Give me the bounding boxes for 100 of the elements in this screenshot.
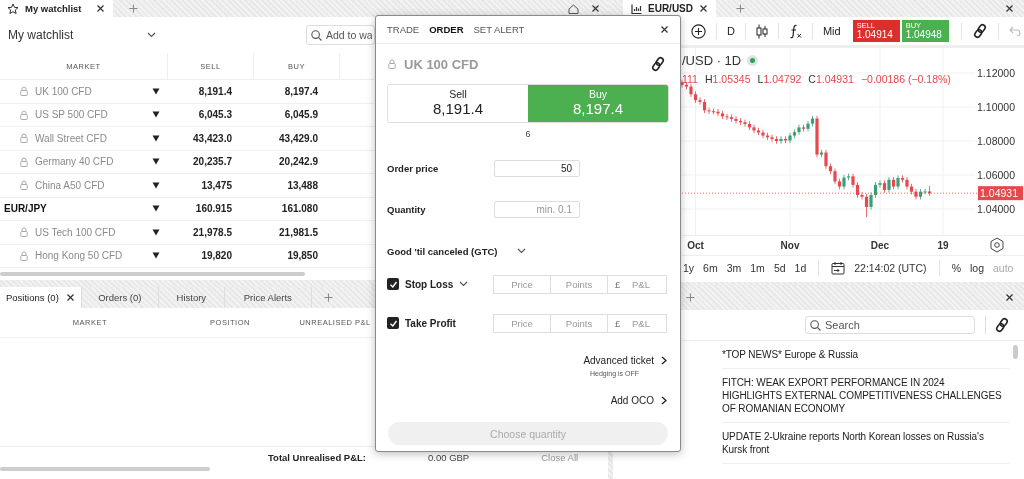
range-button[interactable]: 5d — [773, 262, 786, 274]
instrument-name: UK 100 CFD — [404, 56, 479, 72]
tab[interactable]: Price Alerts — [224, 287, 312, 308]
market-name[interactable]: Germany 40 CFD — [35, 156, 114, 168]
link-icon[interactable] — [971, 23, 988, 39]
market-name[interactable]: UK 100 CFD — [35, 85, 92, 97]
tab[interactable]: My watchlist — [0, 0, 113, 17]
close-icon[interactable] — [95, 4, 105, 13]
house-icon[interactable] — [568, 3, 579, 14]
caret-icon[interactable] — [459, 281, 469, 287]
scrollbar[interactable] — [1013, 345, 1018, 359]
down-triangle-icon — [152, 158, 160, 166]
plus-icon[interactable] — [323, 293, 333, 302]
buy-price[interactable]: 161.080 — [254, 197, 340, 221]
clock-time: 22:14:02 (UTC) — [854, 262, 927, 274]
buy-price[interactable]: 13,488 — [254, 174, 340, 198]
link[interactable]: Add OCO — [610, 394, 667, 406]
close-icon[interactable] — [1005, 293, 1014, 302]
points-field[interactable]: Points — [550, 313, 608, 333]
search-field[interactable]: Add to wa — [306, 25, 375, 45]
tab[interactable]: EUR/USD — [623, 0, 716, 17]
interval-button[interactable]: D — [727, 25, 735, 37]
chevron-right-icon — [661, 395, 667, 405]
market-name[interactable]: US SP 500 CFD — [35, 109, 108, 121]
market-name[interactable]: US Tech 100 CFD — [35, 226, 116, 238]
checkbox[interactable] — [387, 278, 399, 290]
range-button[interactable]: 3m — [726, 262, 742, 274]
tab[interactable]: Positions (0) — [0, 287, 82, 308]
sell-price[interactable]: 160.915 — [168, 197, 254, 221]
tab[interactable]: Orders (0) — [81, 287, 159, 308]
range-button[interactable]: 6m — [703, 262, 718, 274]
plus-icon[interactable] — [686, 293, 695, 302]
link-icon[interactable] — [994, 317, 1010, 333]
sell-price[interactable]: 21,978.5 — [168, 221, 254, 245]
duration-label[interactable]: Good 'til canceled (GTC) — [387, 245, 498, 257]
sell-price[interactable]: 13,475 — [168, 174, 254, 198]
close-icon[interactable] — [1005, 4, 1014, 13]
range-button[interactable]: 1y — [683, 262, 695, 274]
live-dot-icon — [747, 55, 759, 66]
points-field[interactable]: Points — [550, 274, 608, 294]
sell-price[interactable]: 8,191.4 — [168, 80, 254, 104]
tab[interactable]: SET ALERT — [473, 24, 525, 35]
total-label: Total Unrealised P&L: — [267, 451, 366, 463]
market-name[interactable]: China A50 CFD — [35, 179, 105, 191]
add-indicator-icon[interactable] — [691, 23, 706, 39]
down-triangle-icon — [152, 181, 160, 189]
caret-icon[interactable] — [147, 32, 156, 38]
candlestick-icon[interactable] — [755, 23, 768, 39]
caret-icon[interactable] — [517, 248, 527, 254]
sell-price[interactable]: 20,235.7 — [168, 150, 254, 174]
axis-label: 1.10000 — [977, 101, 1015, 113]
buy-price[interactable]: 19,850 — [254, 244, 340, 268]
check-icon — [388, 279, 398, 289]
close-icon[interactable] — [591, 4, 600, 13]
link-icon[interactable] — [650, 56, 666, 72]
tab[interactable]: History — [158, 287, 225, 308]
order-price-field[interactable]: 50 — [494, 159, 580, 177]
ohlc-value: C1.04931 — [808, 73, 854, 85]
price-change: −0.00186 (−0.18%) — [860, 73, 951, 85]
scale-button[interactable]: log — [969, 262, 984, 274]
scrollbar[interactable] — [0, 467, 210, 471]
calendar-icon[interactable] — [831, 261, 846, 275]
link[interactable]: Advanced ticket — [583, 354, 667, 366]
close-icon[interactable] — [660, 25, 669, 34]
close-icon[interactable] — [65, 293, 75, 302]
sell-price[interactable]: 19,820 — [168, 244, 254, 268]
function-icon[interactable] — [788, 23, 802, 39]
axis-label: 1.12000 — [977, 67, 1015, 79]
sell-price[interactable]: 43,423.0 — [168, 127, 254, 151]
market-name[interactable]: Wall Street CFD — [35, 132, 107, 144]
settings-icon[interactable] — [990, 237, 1004, 253]
close-icon[interactable] — [699, 4, 708, 13]
market-name[interactable]: Hong Kong 50 CFD — [35, 250, 123, 262]
scale-button[interactable]: % — [951, 262, 961, 274]
buy-price[interactable]: 43,429.0 — [254, 127, 340, 151]
market-name[interactable]: EUR/JPY — [4, 203, 47, 215]
range-button[interactable]: 1d — [794, 262, 807, 274]
buy-price[interactable]: 21,981.5 — [254, 221, 340, 245]
sell-price[interactable]: 6,045.3 — [168, 103, 254, 127]
news-headline[interactable]: UPDATE 2-Ukraine reports North Korean losses on Russia's Kursk front — [722, 423, 1009, 464]
range-button[interactable]: 1m — [750, 262, 765, 274]
quantity-field[interactable]: min. 0.1 — [494, 200, 580, 218]
buy-price[interactable]: 20,242.9 — [254, 150, 340, 174]
checkbox[interactable] — [387, 317, 399, 329]
plus-icon[interactable] — [128, 4, 138, 13]
scrollbar[interactable] — [0, 272, 305, 276]
search-field[interactable]: Search — [805, 316, 975, 334]
plus-icon[interactable] — [736, 4, 745, 13]
search-icon — [311, 29, 322, 41]
news-headline[interactable]: *TOP NEWS* Europe & Russia — [722, 341, 1009, 369]
search-icon — [810, 319, 821, 331]
price-field[interactable]: Price — [493, 313, 551, 333]
tab[interactable]: ORDER — [429, 24, 464, 35]
buy-price[interactable]: 8,197.4 — [254, 80, 340, 104]
price-field[interactable]: Price — [493, 274, 551, 294]
buy-price[interactable]: 6,045.9 — [254, 103, 340, 127]
down-triangle-icon — [152, 134, 160, 142]
price-type-button[interactable]: Mid — [822, 25, 841, 37]
tab[interactable]: TRADE — [387, 24, 420, 35]
news-headline[interactable]: FITCH: WEAK EXPORT PERFORMANCE IN 2024 HIGHLIGHTS EXTERNAL COMPETITIVENESS CHALLENGES OF ROMANIAN ECONOMY — [722, 369, 1009, 423]
